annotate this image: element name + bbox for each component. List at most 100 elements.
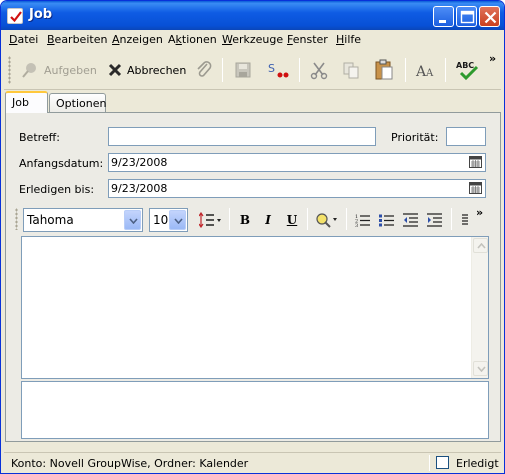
justify-button[interactable] bbox=[457, 210, 473, 230]
highlight-button[interactable] bbox=[313, 210, 341, 230]
task-check-icon bbox=[7, 8, 23, 24]
menu-label-part: atei bbox=[17, 33, 39, 46]
indent-icon bbox=[427, 213, 442, 227]
erledigen-input[interactable]: 9/23/2008 bbox=[108, 179, 486, 198]
spellcheck-icon: ABC bbox=[456, 61, 479, 81]
close-button[interactable] bbox=[479, 6, 500, 27]
calendar-icon[interactable] bbox=[469, 156, 482, 168]
svg-text:S: S bbox=[268, 62, 275, 75]
scissors-icon bbox=[310, 62, 328, 80]
tab-strip: Job Optionen bbox=[5, 91, 502, 113]
address-resolve-icon: S bbox=[268, 62, 289, 78]
status-account-folder: Konto: Novell GroupWise, Ordner: Kalende… bbox=[11, 457, 249, 470]
menu-mnemonic: W bbox=[222, 33, 233, 46]
spell-address-button[interactable]: S bbox=[266, 56, 290, 84]
editor-vertical-scrollbar[interactable] bbox=[471, 237, 488, 378]
font-size-select[interactable]: 10 bbox=[149, 208, 188, 232]
tab-job[interactable]: Job bbox=[5, 91, 48, 113]
decrease-indent-button[interactable] bbox=[401, 210, 421, 230]
attach-button[interactable] bbox=[194, 56, 214, 84]
font-size-dropdown-icon[interactable] bbox=[169, 210, 186, 230]
format-separator bbox=[307, 208, 308, 230]
toolbar-grip[interactable] bbox=[8, 56, 11, 84]
menu-mnemonic: B bbox=[47, 33, 55, 46]
numbered-list-button[interactable]: 123 bbox=[353, 210, 373, 230]
scroll-up-arrow[interactable] bbox=[473, 238, 488, 253]
tab-optionen[interactable]: Optionen bbox=[49, 93, 106, 113]
abbrechen-button[interactable]: Abbrechen bbox=[107, 56, 186, 84]
font-family-value: Tahoma bbox=[27, 213, 74, 227]
status-separator bbox=[429, 455, 430, 471]
svg-text:3: 3 bbox=[355, 223, 358, 227]
menu-werkzeuge[interactable]: Werkzeuge bbox=[222, 33, 283, 46]
spellcheck-button[interactable]: ABC bbox=[455, 56, 481, 84]
menu-label-part: enster bbox=[292, 33, 328, 46]
aufgeben-label: Aufgeben bbox=[44, 63, 97, 77]
format-separator bbox=[346, 208, 347, 230]
job-window: Job Datei Bearbeiten Anzeigen Aktionen Werkz… bbox=[0, 0, 505, 474]
paperclip-icon bbox=[197, 61, 212, 77]
outdent-icon bbox=[403, 213, 418, 227]
erledigt-checkbox[interactable] bbox=[436, 456, 449, 469]
menu-datei[interactable]: Datei bbox=[9, 33, 38, 46]
cut-button[interactable] bbox=[309, 56, 329, 84]
bold-button[interactable]: B bbox=[236, 210, 254, 230]
anfangsdatum-input[interactable]: 9/23/2008 bbox=[108, 153, 486, 172]
format-separator bbox=[229, 208, 230, 230]
font-size-value: 10 bbox=[153, 213, 169, 227]
bullet-list-icon bbox=[379, 214, 394, 227]
prioritaet-label: Priorität: bbox=[391, 131, 439, 144]
increase-indent-button[interactable] bbox=[425, 210, 445, 230]
erledigen-value: 9/23/2008 bbox=[111, 182, 168, 195]
aufgeben-button[interactable]: Aufgeben bbox=[20, 56, 97, 84]
anfangsdatum-label: Anfangsdatum: bbox=[19, 157, 104, 170]
menu-bearbeiten[interactable]: Bearbeiten bbox=[47, 33, 107, 46]
font-family-select[interactable]: Tahoma bbox=[23, 208, 143, 232]
message-body-editor[interactable] bbox=[21, 236, 489, 379]
toolbar-separator bbox=[445, 58, 446, 82]
window-title: Job bbox=[29, 7, 53, 22]
menu-aktionen[interactable]: Aktionen bbox=[168, 33, 217, 46]
line-spacing-icon bbox=[199, 212, 221, 228]
title-bar[interactable]: Job bbox=[1, 1, 504, 30]
copy-icon bbox=[343, 62, 359, 79]
maximize-button[interactable] bbox=[456, 6, 477, 27]
erledigt-label: Erledigt bbox=[456, 457, 499, 470]
menu-label-part: earbeiten bbox=[54, 33, 108, 46]
line-spacing-button[interactable] bbox=[198, 210, 224, 230]
format-overflow-chevron[interactable]: » bbox=[476, 206, 483, 219]
toolbar-separator bbox=[299, 58, 300, 82]
italic-button[interactable]: I bbox=[259, 210, 277, 230]
betreff-input[interactable] bbox=[108, 127, 376, 146]
menu-fenster[interactable]: Fenster bbox=[287, 33, 328, 46]
highlighter-icon bbox=[316, 213, 337, 228]
font-family-dropdown-icon[interactable] bbox=[124, 210, 141, 230]
format-toolbar-grip[interactable] bbox=[15, 208, 18, 230]
toolbar-separator bbox=[222, 58, 223, 82]
menu-mnemonic: A bbox=[112, 33, 120, 46]
clipboard-icon bbox=[375, 59, 393, 80]
menu-hilfe[interactable]: Hilfe bbox=[336, 33, 361, 46]
menu-anzeigen[interactable]: Anzeigen bbox=[112, 33, 163, 46]
save-button[interactable] bbox=[234, 56, 252, 84]
menu-label-part: A bbox=[168, 33, 176, 46]
menu-label-part: erkzeuge bbox=[232, 33, 284, 46]
minimize-button[interactable] bbox=[433, 6, 454, 27]
attachment-area[interactable] bbox=[21, 381, 489, 439]
toolbar-overflow-chevron[interactable]: » bbox=[489, 52, 496, 65]
calendar-icon[interactable] bbox=[469, 182, 482, 194]
betreff-label: Betreff: bbox=[19, 131, 60, 144]
paste-button[interactable] bbox=[373, 56, 395, 84]
bullet-list-button[interactable] bbox=[377, 210, 397, 230]
format-toolbar: Tahoma 10 B I U 123 » bbox=[15, 206, 491, 234]
prioritaet-input[interactable] bbox=[446, 127, 486, 146]
anfangsdatum-value: 9/23/2008 bbox=[111, 156, 168, 169]
menu-label-part: nzeigen bbox=[119, 33, 163, 46]
font-button[interactable]: AA bbox=[415, 56, 437, 84]
toolbar-separator bbox=[405, 58, 406, 82]
cancel-x-icon bbox=[108, 63, 122, 77]
copy-button[interactable] bbox=[341, 56, 361, 84]
scroll-down-arrow[interactable] bbox=[473, 361, 488, 376]
svg-text:ABC: ABC bbox=[456, 61, 474, 70]
underline-button[interactable]: U bbox=[283, 210, 301, 230]
